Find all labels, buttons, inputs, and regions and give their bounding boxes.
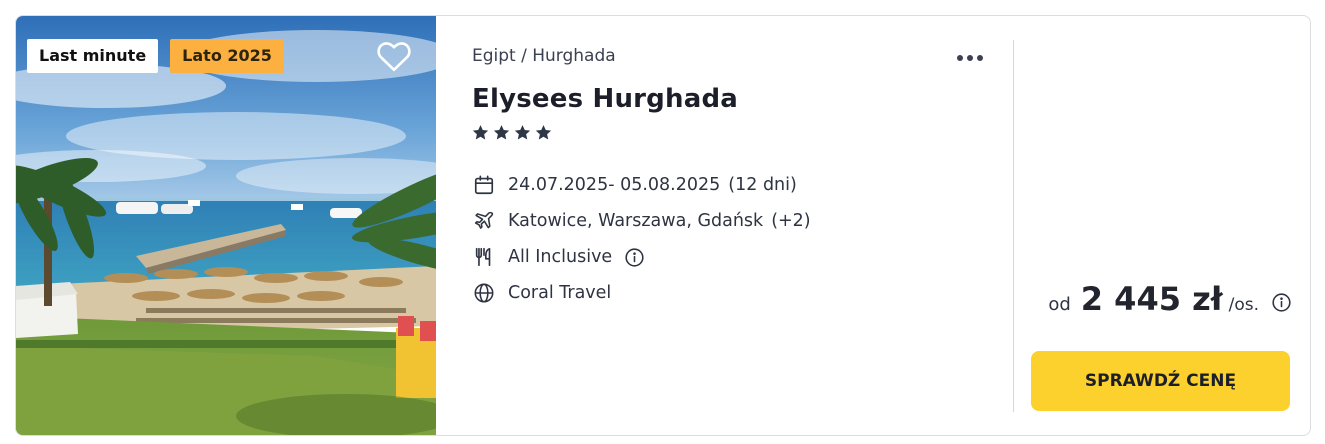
beach-resort-image — [16, 16, 436, 435]
hotel-stars — [472, 124, 552, 141]
plane-icon — [472, 209, 496, 233]
price-info-icon[interactable] — [1271, 292, 1292, 313]
location-breadcrumb[interactable]: Egipt / Hurghada — [472, 46, 616, 66]
more-options-button[interactable] — [954, 46, 986, 70]
departure-cities: Katowice, Warszawa, Gdańsk — [508, 211, 764, 231]
dates-text: 24.07.2025- 05.08.2025 — [508, 175, 721, 195]
favorite-button[interactable] — [374, 36, 414, 76]
departure-row: Katowice, Warszawa, Gdańsk (+2) — [472, 203, 811, 239]
star-icon — [493, 125, 510, 140]
badges: Last minute Lato 2025 — [27, 39, 284, 73]
cutlery-icon — [472, 245, 496, 269]
price-suffix: /os. — [1228, 295, 1259, 315]
more-dots-icon — [957, 55, 963, 61]
star-icon — [535, 125, 552, 140]
board-text: All Inclusive — [508, 247, 613, 267]
price-panel: od 2 445 zł /os. SPRAWDŹ CENĘ — [1014, 16, 1310, 435]
heart-icon — [377, 42, 411, 72]
globe-icon — [472, 281, 496, 305]
season-badge: Lato 2025 — [170, 39, 284, 73]
calendar-icon — [472, 173, 496, 197]
board-row: All Inclusive — [472, 239, 811, 275]
price-prefix: od — [1048, 294, 1071, 315]
last-minute-badge: Last minute — [27, 39, 159, 73]
duration-text: (12 dni) — [728, 175, 797, 195]
offer-info: Egipt / Hurghada Elysees Hurghada 24.07.… — [436, 16, 1013, 435]
check-price-button[interactable]: SPRAWDŹ CENĘ — [1031, 351, 1290, 411]
hotel-name[interactable]: Elysees Hurghada — [472, 84, 738, 114]
board-info-icon[interactable] — [624, 247, 645, 268]
dates-row: 24.07.2025- 05.08.2025 (12 dni) — [472, 167, 811, 203]
price-amount: 2 445 zł — [1080, 280, 1223, 318]
offer-details: 24.07.2025- 05.08.2025 (12 dni) Katowice… — [472, 167, 811, 311]
departure-more[interactable]: (+2) — [771, 211, 810, 231]
hotel-photo[interactable]: Last minute Lato 2025 — [16, 16, 436, 435]
operator-text: Coral Travel — [508, 283, 612, 303]
operator-row: Coral Travel — [472, 275, 811, 311]
star-icon — [514, 125, 531, 140]
price-line: od 2 445 zł /os. — [1048, 280, 1292, 318]
offer-card: Last minute Lato 2025 Egipt / Hurghada E… — [15, 15, 1311, 436]
star-icon — [472, 125, 489, 140]
